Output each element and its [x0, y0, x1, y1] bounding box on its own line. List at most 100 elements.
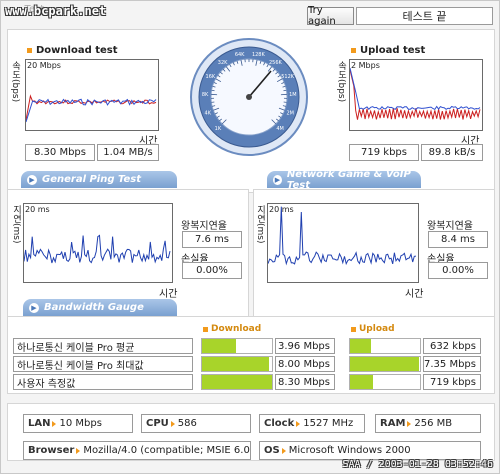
download-ylabel: 속도(bps) [10, 61, 20, 103]
ram-key-text: RAM [380, 418, 406, 429]
footer-timestamp: SAA / 2003-01-28 03:52:46 [342, 459, 493, 470]
upload-scale: 2 Mbps [351, 61, 380, 70]
arrow-icon [281, 447, 286, 454]
tab-general-ping[interactable]: ▶ General Ping Test [21, 171, 177, 188]
download-title: Download test [27, 45, 118, 56]
upload-line-plot [349, 67, 481, 120]
clock-info: Clock 1527 MHz [259, 414, 365, 433]
bandwidth-row-label: 사용자 측정값 [13, 374, 193, 390]
upload-bytes-value: 89.8 kB/s [421, 144, 483, 161]
download-bar-fill [202, 375, 272, 389]
os-key: OS [264, 445, 286, 456]
try-again-button[interactable]: Try again [307, 5, 354, 27]
arrow-icon [407, 420, 412, 427]
ram-info: RAM 256 MB [375, 414, 481, 433]
browser-key-text: Browser [28, 445, 75, 456]
arrow-icon [170, 420, 175, 427]
lan-key-text: LAN [28, 418, 51, 429]
ping-line-plot [23, 234, 171, 264]
game-rtt-value: 8.4 ms [428, 231, 488, 248]
cpu-info: CPU 586 [141, 414, 251, 433]
arrow-icon [296, 420, 301, 427]
bandwidth-upload-head: Upload [351, 324, 395, 334]
os-key-text: OS [264, 445, 280, 456]
browser-value: Mozilla/4.0 (compatible; MSIE 6.0 [83, 445, 250, 456]
gauge-tick-label: 128K [252, 52, 266, 58]
download-bar [201, 374, 273, 390]
upload-bar-fill [350, 339, 371, 353]
tab-bandwidth-label: Bandwidth Gauge [44, 302, 144, 313]
game-ylabel: 지연(ms) [255, 205, 265, 244]
tab-bandwidth-gauge[interactable]: ▶ Bandwidth Gauge [23, 299, 177, 316]
ram-key: RAM [380, 418, 412, 429]
cpu-value: 586 [177, 418, 197, 429]
speed-test-window: ...Test www.bcpark.net Try again 테스트 끝 D… [0, 0, 500, 474]
os-value: Microsoft Windows 2000 [288, 445, 411, 456]
upload-ylabel: 속도(bps) [336, 61, 346, 103]
download-scale: 20 Mbps [27, 61, 61, 70]
site-watermark: www.bcpark.net [5, 4, 107, 18]
bandwidth-row-label: 하나로통신 케이블 Pro 평균 [13, 338, 193, 354]
game-xlabel: 시간 [405, 289, 424, 300]
bandwidth-row-label: 하나로통신 케이블 Pro 최대값 [13, 356, 193, 372]
game-graph [267, 203, 419, 283]
gauge-tick-label: 1M [289, 92, 297, 98]
gauge-tick-label: 256K [269, 60, 283, 66]
game-line-plot [267, 206, 417, 266]
ping-scale: 20 ms [25, 205, 50, 214]
upload-bar-fill [350, 375, 374, 389]
clock-key: Clock [264, 418, 301, 429]
game-scale: 20 ms [269, 205, 294, 214]
gauge-tick-label: 2M [286, 110, 294, 116]
download-series-red [25, 94, 157, 121]
tab-general-ping-label: General Ping Test [42, 174, 142, 185]
upload-title: Upload test [351, 45, 425, 56]
ping-series [23, 234, 171, 264]
ram-value: 256 MB [414, 418, 453, 429]
bullet-icon [351, 48, 356, 53]
ping-loss-value: 0.00% [182, 262, 242, 279]
bandwidth-upload-head-text: Upload [359, 324, 395, 334]
download-bar-fill [202, 357, 270, 371]
upload-bar-value: 632 kbps [423, 338, 481, 354]
arrow-icon: ▶ [27, 174, 37, 185]
upload-bar-fill [350, 357, 419, 371]
gauge-tick-label: 32K [218, 60, 228, 66]
bullet-icon [203, 326, 208, 332]
clock-value: 1527 MHz [303, 418, 354, 429]
upload-bar-value: 7.35 Mbps [423, 356, 481, 372]
upload-series-blue [349, 67, 481, 111]
tab-network-game-label: Network Game & VoIP Test [286, 168, 411, 191]
upload-bar-value: 719 kbps [423, 374, 481, 390]
speed-gauge: 1K 4K 8K 16K 32K 64K 128K 256K 512K 1M 2M 4M [189, 37, 309, 157]
download-bar-fill [202, 339, 236, 353]
bullet-icon [27, 48, 32, 53]
download-bytes-value: 1.04 MB/s [97, 144, 159, 161]
cpu-key-text: CPU [146, 418, 169, 429]
gauge-tick-label: 8K [202, 92, 209, 98]
tab-network-game-voip[interactable]: ▶ Network Game & VoIP Test [267, 168, 421, 191]
browser-info: Browser Mozilla/4.0 (compatible; MSIE 6.… [23, 441, 251, 460]
download-title-text: Download test [36, 45, 118, 56]
gauge-hub [246, 94, 252, 100]
arrow-icon: ▶ [273, 174, 282, 185]
upload-bar [349, 338, 421, 354]
gauge-tick-label: 4M [276, 126, 284, 132]
gauge-dial: 1K 4K 8K 16K 32K 64K 128K256K 512K 1M 2M 4M [190, 38, 308, 156]
lan-info: LAN 10 Mbps [23, 414, 133, 433]
upload-bps-value: 719 kbps [349, 144, 419, 161]
os-info: OS Microsoft Windows 2000 [259, 441, 481, 460]
download-bar-value: 8.30 Mbps [275, 374, 335, 390]
bandwidth-download-head: Download [203, 324, 261, 334]
game-rtt-label: 왕복지연율 [427, 221, 473, 232]
upload-title-text: Upload test [360, 45, 426, 56]
cpu-key: CPU [146, 418, 175, 429]
browser-key: Browser [28, 445, 81, 456]
download-line-plot [25, 94, 157, 123]
lan-value: 10 Mbps [59, 418, 102, 429]
gauge-tick-label: 4K [205, 110, 212, 116]
arrow-icon [76, 447, 81, 454]
download-bps-value: 8.30 Mbps [25, 144, 95, 161]
gauge-tick-label: 16K [206, 74, 216, 80]
upload-bar [349, 374, 421, 390]
